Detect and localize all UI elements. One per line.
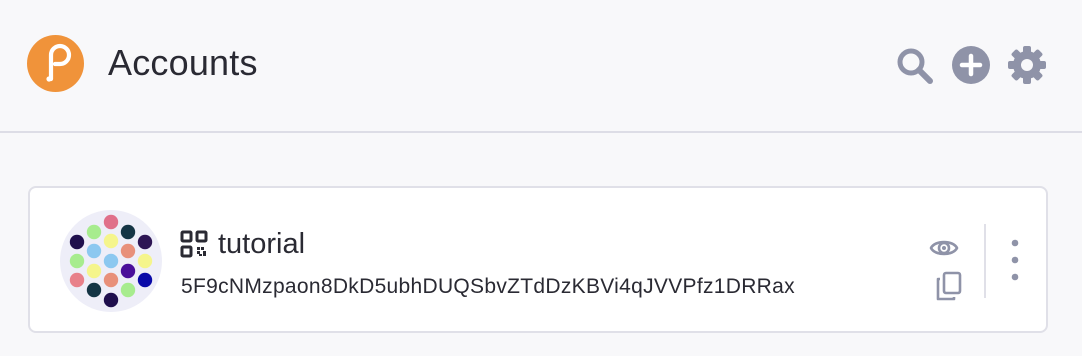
account-identicon — [60, 210, 162, 312]
header-bar: Accounts — [0, 0, 1082, 133]
action-divider — [984, 224, 986, 298]
account-address: 5F9cNMzpaon8DkD5ubhDUQSbvZTdDzKBVi4qJVVP… — [181, 275, 795, 298]
add-account-button[interactable] — [951, 45, 991, 85]
settings-icon — [1008, 46, 1046, 84]
search-button[interactable] — [894, 45, 934, 85]
polkadot-logo — [27, 35, 84, 92]
copy-address-button[interactable] — [935, 271, 963, 301]
more-vertical-icon — [1011, 239, 1019, 281]
account-card[interactable]: tutorial 5F9cNMzpaon8DkD5ubhDUQSbvZTdDzK… — [28, 186, 1048, 333]
eye-icon — [929, 240, 959, 256]
search-icon — [897, 48, 933, 84]
page-title: Accounts — [108, 42, 258, 83]
more-options-button[interactable] — [1002, 238, 1028, 284]
qr-code-icon — [180, 230, 208, 258]
settings-button[interactable] — [1007, 45, 1047, 85]
copy-icon — [936, 271, 962, 301]
toggle-visibility-button[interactable] — [929, 236, 959, 260]
add-icon — [952, 46, 990, 84]
account-name: tutorial — [218, 228, 306, 260]
